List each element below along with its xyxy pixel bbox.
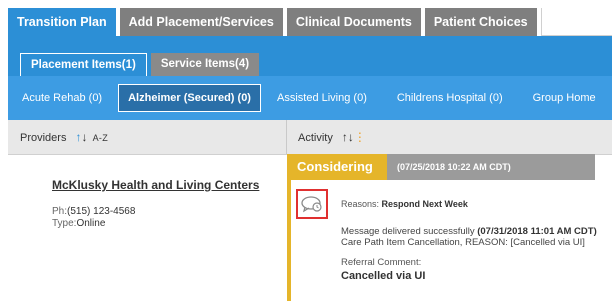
tab-patient-choices[interactable]: Patient Choices: [424, 8, 537, 36]
sub-tab-bar: Placement Items(1) Service Items(4): [20, 53, 263, 76]
sort-icon[interactable]: ↑↓: [76, 120, 88, 154]
top-tab-bar: Transition Plan Add Placement/Services C…: [8, 8, 612, 36]
category-assisted-living[interactable]: Assisted Living (0): [263, 85, 381, 111]
message-history-button[interactable]: [296, 189, 328, 219]
activity-header-label: Activity: [298, 132, 333, 144]
status-bar: Considering (07/25/2018 10:22 AM CDT): [287, 154, 595, 180]
tab-clinical-documents[interactable]: Clinical Documents: [286, 8, 421, 36]
message-time: (07/31/2018 11:01 AM CDT): [477, 226, 597, 237]
tab-add-placement-services[interactable]: Add Placement/Services: [119, 8, 283, 36]
status-accent-bar: [287, 180, 291, 301]
message-text: Message delivered successfully: [341, 226, 475, 237]
referral-comment-label: Referral Comment:: [341, 257, 422, 268]
tab-transition-plan[interactable]: Transition Plan: [8, 8, 116, 36]
status-badge: Considering: [287, 154, 387, 180]
type-label: Type:: [52, 218, 77, 229]
providers-column-header[interactable]: Providers ↑↓ A-Z: [20, 120, 108, 154]
category-group-home[interactable]: Group Home: [519, 85, 610, 111]
chat-clock-icon: [301, 196, 322, 213]
tab-service-items[interactable]: Service Items(4): [150, 53, 260, 76]
providers-header-label: Providers: [20, 132, 67, 144]
type-value: Online: [76, 218, 106, 229]
category-alzheimer-secured[interactable]: Alzheimer (Secured) (0): [118, 84, 261, 112]
tab-placement-items[interactable]: Placement Items(1): [20, 53, 147, 76]
referral-comment-value: Cancelled via UI: [341, 270, 426, 282]
phone-value: (515) 123-4568: [67, 206, 136, 217]
message-delivered-line: Message delivered successfully (07/31/20…: [341, 226, 597, 237]
activity-card: Considering (07/25/2018 10:22 AM CDT) Re…: [287, 154, 612, 301]
category-acute-rehab[interactable]: Acute Rehab (0): [8, 85, 116, 111]
tab-bar-filler: [540, 8, 612, 36]
provider-type: Type:Online: [52, 218, 105, 229]
activity-sort-icon[interactable]: ↑↓⋮: [342, 120, 366, 154]
sort-order-label: A-Z: [92, 133, 108, 143]
provider-cell: McKlusky Health and Living Centers Ph:(5…: [8, 155, 286, 301]
status-date: (07/25/2018 10:22 AM CDT): [397, 162, 511, 172]
phone-label: Ph:: [52, 206, 68, 217]
cancellation-line: Care Path Item Cancellation, REASON: [Ca…: [341, 237, 585, 248]
table-header: Providers ↑↓ A-Z Activity ↑↓⋮: [8, 120, 612, 155]
placement-header: Placement Items(1) Service Items(4) Acut…: [8, 36, 612, 120]
activity-column-header[interactable]: Activity ↑↓⋮: [298, 120, 366, 154]
provider-name-link[interactable]: McKlusky Health and Living Centers: [52, 178, 259, 192]
category-filter-bar: Acute Rehab (0) Alzheimer (Secured) (0) …: [8, 76, 612, 120]
provider-phone: Ph:(515) 123-4568: [52, 206, 135, 217]
reasons-label: Reasons:: [341, 199, 380, 209]
category-childrens-hospital[interactable]: Childrens Hospital (0): [383, 85, 517, 111]
column-divider: [286, 120, 287, 154]
reasons-value: Respond Next Week: [381, 199, 468, 209]
transition-plan-panel: Transition Plan Add Placement/Services C…: [0, 0, 612, 301]
reasons-line: Reasons: Respond Next Week: [341, 199, 468, 209]
